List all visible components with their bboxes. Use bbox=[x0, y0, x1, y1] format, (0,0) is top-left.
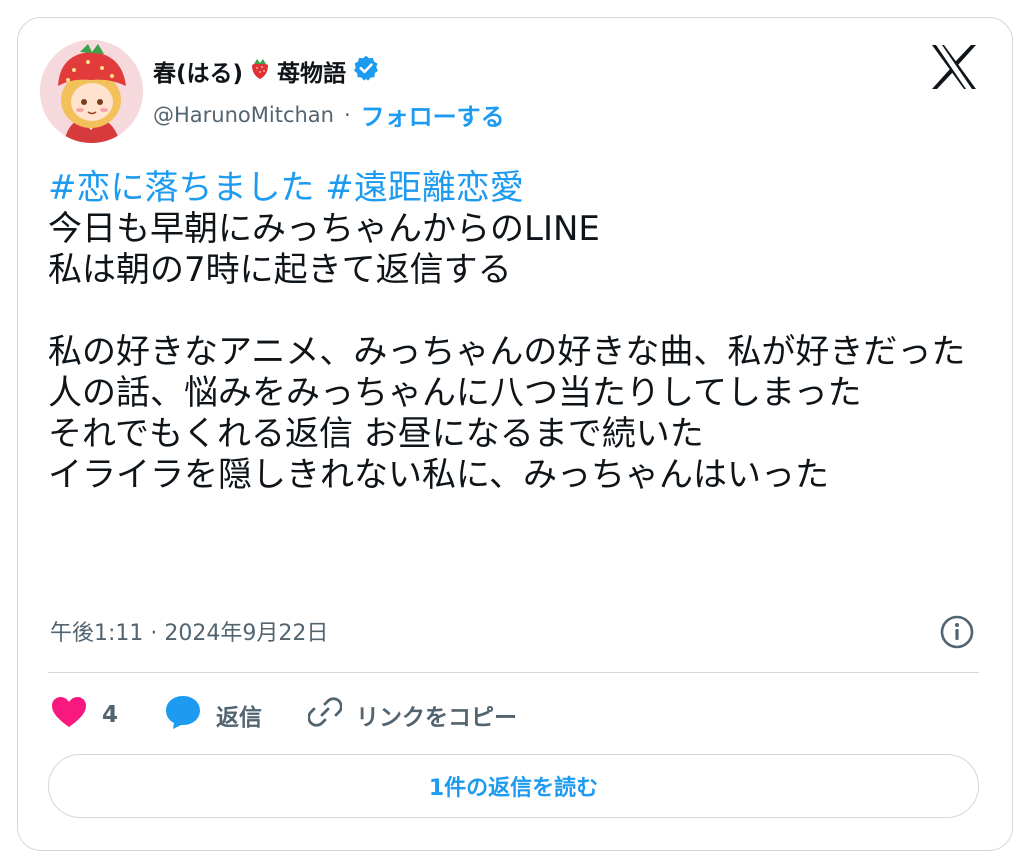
heart-icon bbox=[50, 695, 88, 735]
read-replies-button[interactable]: 1件の返信を読む bbox=[48, 754, 979, 818]
info-icon[interactable] bbox=[939, 614, 975, 650]
x-logo-icon[interactable] bbox=[929, 43, 979, 91]
link-icon bbox=[307, 695, 343, 735]
post-body: 今日も早朝にみっちゃんからのLINE 私は朝の7時に起きて返信する 私の好きなア… bbox=[48, 209, 966, 495]
author-handle[interactable]: @HarunoMitchan bbox=[153, 103, 334, 127]
separator-dot: · bbox=[343, 102, 351, 127]
strawberry-icon bbox=[249, 56, 271, 86]
author-display-name-suffix[interactable]: 苺物語 bbox=[277, 54, 346, 88]
divider bbox=[48, 672, 979, 673]
like-button[interactable]: 4 bbox=[50, 695, 118, 735]
copy-link-label: リンクをコピー bbox=[356, 705, 518, 731]
post-actions: 4 返信 リンクをコピー bbox=[50, 694, 563, 736]
verified-badge-icon bbox=[352, 54, 380, 88]
author-display-name[interactable]: 春(はる) bbox=[153, 54, 243, 88]
reply-label: 返信 bbox=[216, 705, 263, 731]
post-text: #恋に落ちました #遠距離恋愛 今日も早朝にみっちゃんからのLINE 私は朝の7時… bbox=[48, 168, 978, 496]
reply-button[interactable]: 返信 bbox=[164, 694, 262, 736]
read-replies-label: 1件の返信を読む bbox=[428, 776, 599, 801]
copy-link-button[interactable]: リンクをコピー bbox=[307, 695, 518, 735]
like-count: 4 bbox=[102, 702, 119, 728]
avatar-image bbox=[40, 40, 143, 143]
reply-bubble-icon bbox=[164, 694, 202, 736]
author-name-row[interactable]: 春(はる) 苺物語 bbox=[153, 54, 380, 88]
avatar[interactable] bbox=[40, 40, 143, 143]
post-timestamp[interactable]: 午後1:11 · 2024年9月22日 bbox=[50, 615, 328, 647]
post-hashtags[interactable]: #恋に落ちました #遠距離恋愛 bbox=[48, 168, 978, 209]
follow-button[interactable]: フォローする bbox=[361, 97, 505, 132]
author-handle-row: @HarunoMitchan · フォローする bbox=[153, 97, 505, 132]
